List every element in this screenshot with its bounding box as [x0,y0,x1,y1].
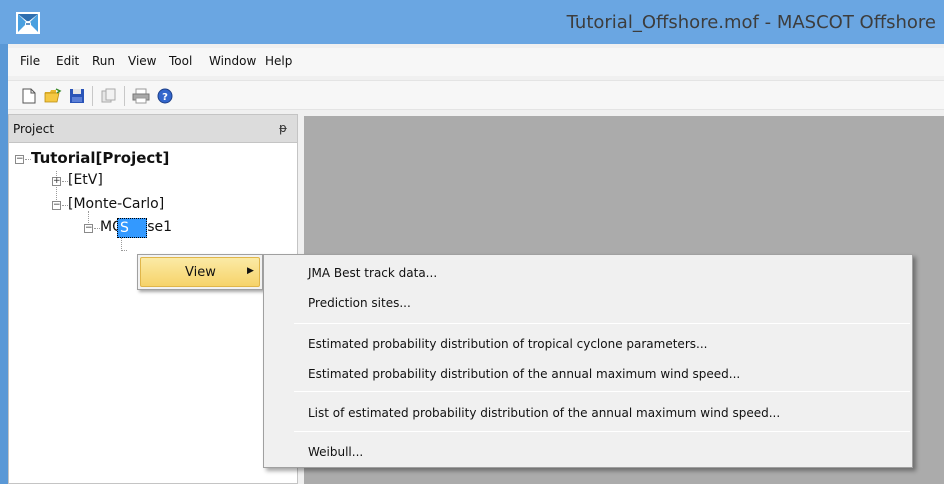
save-button[interactable] [66,85,88,107]
open-button[interactable] [42,85,64,107]
submenu-separator [294,391,910,392]
toolbar-separator [92,86,93,106]
menu-edit[interactable]: Edit [56,54,79,68]
tree-connector [121,250,127,251]
collapse-icon[interactable]: − [52,201,61,210]
new-file-icon [22,88,36,104]
app-logo-icon [16,12,40,34]
copy-button[interactable] [98,85,120,107]
project-panel-header[interactable]: Project ᵽ [9,115,297,143]
tree-node-project[interactable]: Tutorial[Project] [31,149,169,167]
copy-icon [101,88,116,103]
submenu-item-annual-max-wind[interactable]: Estimated probability distribution of th… [308,367,740,381]
title-bar[interactable]: Tutorial_Offshore.mof - MASCOT Offshore [0,0,944,44]
submenu-item-list-annual-max-wind[interactable]: List of estimated probability distributi… [308,406,780,420]
menu-window[interactable]: Window [209,54,256,68]
menu-tool[interactable]: Tool [169,54,192,68]
toolbar-separator [124,86,125,106]
submenu-item-jma-best-track[interactable]: JMA Best track data... [308,266,437,280]
submenu-item-weibull[interactable]: Weibull... [308,445,363,459]
save-icon [70,89,84,103]
menu-file[interactable]: File [20,54,40,68]
submenu-item-prediction-sites[interactable]: Prediction sites... [308,296,411,310]
submenu-separator [294,323,910,324]
submenu-separator [294,431,910,432]
expand-icon[interactable]: + [52,177,61,186]
tree-node-selected[interactable]: S [117,218,147,238]
context-menu-item-label: View [185,265,216,280]
menu-view[interactable]: View [128,54,156,68]
collapse-icon[interactable]: − [15,155,24,164]
window-title: Tutorial_Offshore.mof - MASCOT Offshore [566,12,936,33]
help-icon: ? [157,88,173,104]
toolbar: ? [8,80,944,110]
print-icon [132,88,150,104]
submenu-arrow-icon: ▶ [247,266,254,276]
print-button[interactable] [130,85,152,107]
menu-run[interactable]: Run [92,54,115,68]
open-folder-icon [44,88,62,103]
project-panel: Project ᵽ − Tutorial[Project] + [EtV] − … [8,114,298,484]
collapse-icon[interactable]: − [84,224,93,233]
view-submenu: JMA Best track data... Prediction sites.… [263,254,913,468]
new-file-button[interactable] [18,85,40,107]
menu-help[interactable]: Help [265,54,292,68]
help-button[interactable]: ? [154,85,176,107]
submenu-item-tc-parameters[interactable]: Estimated probability distribution of tr… [308,337,707,351]
pin-icon[interactable]: ᵽ [279,121,287,135]
context-menu-item-view[interactable]: View ▶ [140,257,260,287]
svg-text:?: ? [162,92,168,103]
project-tree: − Tutorial[Project] + [EtV] − [Monte-Car… [9,143,297,483]
project-panel-title: Project [13,122,55,136]
tree-node-etv[interactable]: [EtV] [68,172,103,188]
context-menu: View ▶ [137,254,263,290]
tree-node-monte-carlo[interactable]: [Monte-Carlo] [68,196,164,212]
menu-bar: File Edit Run View Tool Window Help [8,48,944,76]
